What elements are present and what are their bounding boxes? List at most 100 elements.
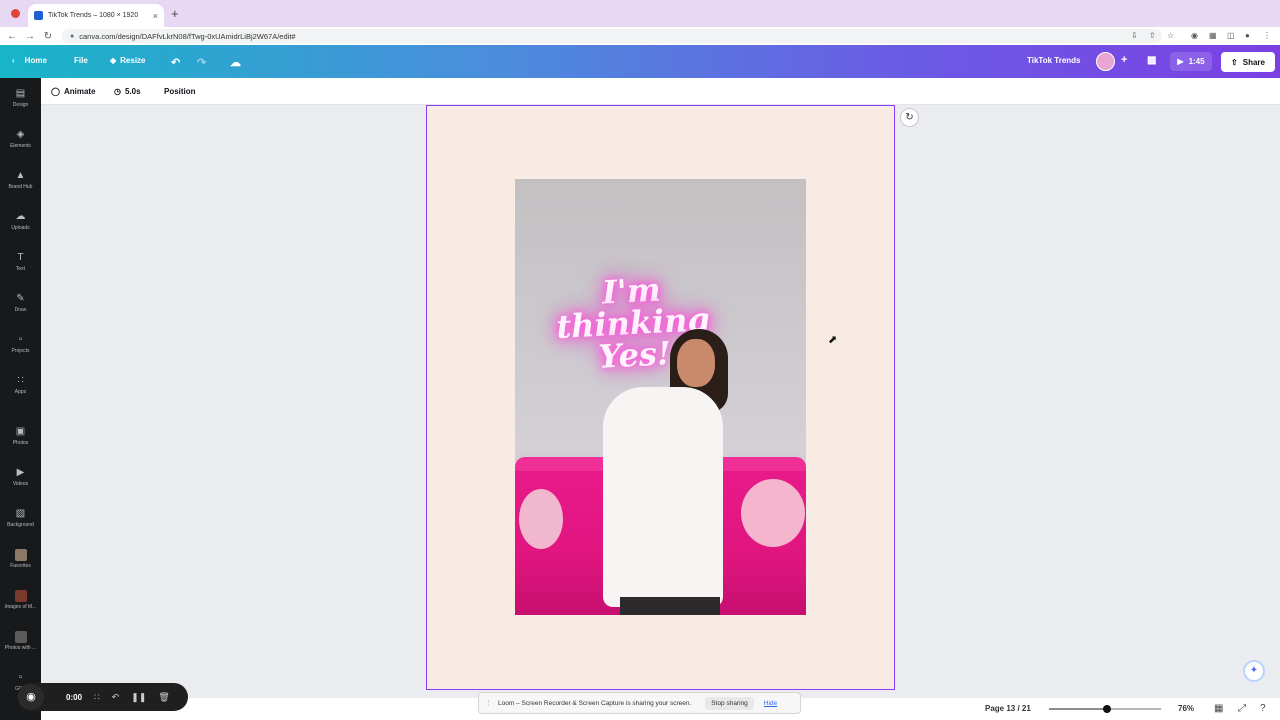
photos-icon: ▣ [15,426,26,437]
zoom-slider[interactable] [1049,705,1161,713]
sidebar-item-label: Brand Hub [8,184,33,190]
sidebar-item-label: Background [7,522,34,528]
sidebar-item-projects[interactable]: ▫ Projects [0,334,41,354]
zoom-level[interactable]: 76% [1178,704,1194,713]
duration-label: 5.0s [124,87,141,96]
tab-close-icon[interactable]: × [153,11,164,21]
delete-icon[interactable]: 🗑 [158,692,169,703]
profile-icon[interactable]: ● [1245,31,1250,40]
file-menu-button[interactable]: File [74,56,88,65]
sharing-message: Loom – Screen Recorder & Screen Capture … [498,699,692,707]
sidebar-item-photos-folder[interactable]: Photos with ... [0,631,41,651]
rotate-icon[interactable]: ↻ [900,108,919,127]
avatar[interactable] [1096,52,1115,71]
folder-thumbnail-icon [14,631,27,643]
drag-handle-icon[interactable]: ⋮ [485,699,492,707]
pause-icon[interactable]: ❚❚ [131,692,146,703]
design-title-text: TikTok Trends [1027,56,1081,65]
animate-label: Animate [63,87,96,96]
loom-recorder-controls: ◉ 0:00 ∷ ↶ ❚❚ 🗑 [17,683,188,711]
play-icon: ▶ [1177,57,1184,66]
analytics-icon[interactable]: ▩ [1147,55,1156,66]
browser-tab[interactable]: TikTok Trends – 1080 × 1920 × [28,4,164,27]
back-arrow-icon[interactable]: ← [3,31,21,42]
resize-label: Resize [120,56,146,65]
add-collaborator-icon[interactable]: + [1121,54,1127,66]
home-button[interactable]: ‹ Home [12,56,47,65]
photo-element[interactable]: I'm thinking Yes! [515,179,806,615]
sidebar-panel-icon[interactable]: ◫ [1227,31,1235,40]
zoom-slider-fill [1049,708,1108,710]
sidebar-item-label: Photos with ... [4,645,37,651]
sidebar-item-label: Favorites [10,563,31,569]
context-toolbar: ◯ Animate ◷ 5.0s Position [41,78,1280,105]
editor-top-bar: ‹ Home File ◆ Resize ↶ ↷ ☁ TikTok Trends… [0,45,1280,78]
puzzle-icon[interactable]: ▦ [1209,31,1217,40]
restart-icon[interactable]: ↶ [112,692,120,703]
new-tab-button[interactable]: + [171,6,179,21]
sidebar-item-design[interactable]: ▤ Design [0,88,41,108]
animate-icon: ◯ [51,87,60,96]
sidebar-item-label: Design [12,102,29,108]
url-text: canva.com/design/DAFfvLkrN08/fTwg-0xUAmi… [79,31,296,41]
sidebar-item-label: Text [15,266,26,272]
share-label: Share [1242,57,1265,67]
help-icon[interactable]: ? [1260,703,1266,714]
stop-sharing-button[interactable]: Stop sharing [705,696,754,710]
sidebar-item-images-folder[interactable]: Images of M... [0,590,41,610]
position-label: Position [164,87,196,96]
reload-icon[interactable]: ↻ [39,31,57,42]
sidebar-item-videos[interactable]: ▶ Videos [0,467,41,487]
magic-assistant-icon[interactable]: ✦ [1243,660,1265,682]
design-title[interactable]: TikTok Trends [1027,56,1081,65]
screen-sharing-banner: ⋮ Loom – Screen Recorder & Screen Captur… [478,692,801,714]
design-icon: ▤ [15,88,26,99]
resize-crown-icon: ◆ [110,56,117,65]
background-icon: ▧ [15,508,26,519]
projects-icon: ▫ [18,334,23,345]
sidebar-item-background[interactable]: ▧ Background [0,508,41,528]
cloud-save-icon[interactable]: ☁ [230,56,241,69]
sidebar-item-brand-hub[interactable]: ▲ Brand Hub [0,170,41,190]
sidebar-item-photos[interactable]: ▣ Photos [0,426,41,446]
url-field[interactable]: ● canva.com/design/DAFfvLkrN08/fTwg-0xUA… [62,29,1162,43]
redo-icon[interactable]: ↷ [197,56,206,69]
zoom-slider-knob[interactable] [1103,705,1112,713]
position-button[interactable]: Position [164,87,196,96]
present-play-button[interactable]: ▶ 1:45 [1170,52,1212,71]
hide-button[interactable]: Hide [764,700,777,707]
forward-arrow-icon[interactable]: → [21,31,39,42]
uploads-icon: ☁ [15,211,26,222]
fullscreen-icon[interactable]: ⤢ [1238,703,1246,714]
grid-view-icon[interactable]: ▦ [1214,703,1223,714]
draw-icon: ✎ [16,293,25,304]
text-icon: T [17,252,24,263]
download-icon[interactable]: ⇩ [1131,31,1138,40]
favorites-thumbnail-icon [14,549,27,561]
share-page-icon[interactable]: ⇧ [1149,31,1156,40]
sidebar-item-label: Uploads [11,225,30,231]
file-label: File [74,56,88,65]
animate-button[interactable]: ◯ Animate [51,87,96,96]
tab-title: TikTok Trends – 1080 × 1920 [48,12,139,19]
camera-icon[interactable]: ◉ [18,684,44,710]
sidebar-item-elements[interactable]: ◈ Elements [0,129,41,149]
draw-tool-icon[interactable]: ∷ [94,692,100,703]
chevron-left-icon: ‹ [12,56,15,65]
recording-time: 0:00 [66,692,83,702]
duration-button[interactable]: ◷ 5.0s [114,87,141,96]
resize-button[interactable]: ◆ Resize [110,56,146,65]
undo-icon[interactable]: ↶ [171,56,180,69]
bookmark-star-icon[interactable]: ☆ [1167,31,1174,40]
sidebar-item-uploads[interactable]: ☁ Uploads [0,211,41,231]
sidebar-item-text[interactable]: T Text [0,252,41,272]
sidebar-item-apps[interactable]: ∷ Apps [0,375,41,395]
extension-icon[interactable]: ◉ [1191,31,1198,40]
clock-icon: ◷ [114,87,121,96]
share-button[interactable]: ⇧ Share [1221,52,1275,72]
sidebar-item-draw[interactable]: ✎ Draw [0,293,41,313]
upload-icon: ⇧ [1231,57,1238,67]
browser-menu-icon[interactable]: ⋮ [1263,31,1271,40]
page-indicator[interactable]: Page 13 / 21 [985,704,1031,713]
sidebar-item-favorites[interactable]: Favorites [0,549,41,569]
